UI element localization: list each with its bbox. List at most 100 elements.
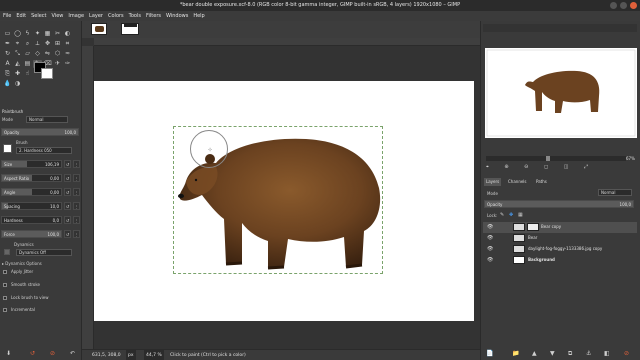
scale-tool-icon[interactable]: ⤡ xyxy=(13,50,22,58)
menu-view[interactable]: View xyxy=(50,11,66,21)
move-tool-icon[interactable]: ✥ xyxy=(43,40,52,48)
dodge-burn-tool-icon[interactable]: ◑ xyxy=(13,80,22,88)
warp-tool-icon[interactable]: ≈ xyxy=(63,50,72,58)
layer-mode-select[interactable]: Normal xyxy=(598,189,632,196)
tab-paths[interactable]: Paths xyxy=(534,178,549,186)
duplicate-layer-icon[interactable]: ⧉ xyxy=(568,350,572,358)
airbrush-tool-icon[interactable]: ✈ xyxy=(53,60,62,68)
unit-select[interactable]: px xyxy=(126,350,136,360)
lock-pixels-icon[interactable]: ✎ xyxy=(500,212,504,218)
reset-slider-icon[interactable]: ↺ xyxy=(64,216,71,224)
free-select-tool-icon[interactable]: ϟ xyxy=(23,30,32,38)
slider-options-icon[interactable]: ⋮ xyxy=(73,188,80,196)
cage-tool-icon[interactable]: ⬡ xyxy=(53,50,62,58)
tab-layers[interactable]: Layers xyxy=(484,178,502,186)
ellipse-select-tool-icon[interactable]: ◯ xyxy=(13,30,22,38)
background-color-swatch[interactable] xyxy=(41,68,53,79)
maximize-button[interactable] xyxy=(620,2,627,9)
visibility-eye-icon[interactable]: 👁 xyxy=(487,246,493,252)
slider-force[interactable]: Force 100,0 xyxy=(1,230,62,238)
menu-help[interactable]: Help xyxy=(191,11,206,21)
visibility-eye-icon[interactable]: 👁 xyxy=(487,235,493,241)
crop-tool-icon[interactable]: ⌗ xyxy=(63,40,72,48)
slider-options-icon[interactable]: ⋮ xyxy=(73,216,80,224)
lock-position-icon[interactable]: ✥ xyxy=(509,212,513,218)
menu-edit[interactable]: Edit xyxy=(14,11,28,21)
layer-opacity-slider[interactable]: Opacity 100,0 xyxy=(484,200,634,208)
menu-image[interactable]: Image xyxy=(66,11,86,21)
slider-hardness[interactable]: Hardness 0,0 xyxy=(1,216,62,224)
blur-tool-icon[interactable]: 💧 xyxy=(3,80,12,88)
ink-tool-icon[interactable]: ✑ xyxy=(63,60,72,68)
rect-select-tool-icon[interactable]: ▭ xyxy=(3,30,12,38)
anchor-layer-icon[interactable]: ⚓ xyxy=(586,350,591,357)
navigation-buttons[interactable]: ⌖ ⊕ ⊖ ◻ ◫ ⤢ xyxy=(486,164,636,170)
reset-options-icon[interactable]: ↶ xyxy=(70,350,75,357)
navigation-zoom-handle[interactable] xyxy=(546,156,550,161)
incremental-checkbox[interactable] xyxy=(3,308,7,312)
new-layer-icon[interactable]: 📄 xyxy=(486,350,493,357)
rotate-tool-icon[interactable]: ↻ xyxy=(3,50,12,58)
brush-preview[interactable] xyxy=(3,144,12,153)
new-group-icon[interactable]: 📁 xyxy=(512,350,519,357)
image-tab-thumbnail-2[interactable] xyxy=(121,23,139,35)
image-tab-thumbnail-1[interactable] xyxy=(91,23,107,35)
delete-options-icon[interactable]: ⊘ xyxy=(50,350,55,357)
minimize-button[interactable] xyxy=(610,2,617,9)
restore-options-icon[interactable]: ↺ xyxy=(30,350,35,357)
reset-slider-icon[interactable]: ↺ xyxy=(64,230,71,238)
layer-mask-thumbnail[interactable] xyxy=(527,223,539,231)
text-tool-icon[interactable]: A xyxy=(3,60,12,68)
slider-angle[interactable]: Angle 0,00 xyxy=(1,188,62,196)
reset-slider-icon[interactable]: ↺ xyxy=(64,174,71,182)
delete-layer-icon[interactable]: ⊘ xyxy=(624,350,629,357)
slider-size[interactable]: Size 106,19 xyxy=(1,160,62,168)
navigation-zoom-slider[interactable] xyxy=(486,156,626,161)
align-tool-icon[interactable]: ⊞ xyxy=(53,40,62,48)
fuzzy-select-tool-icon[interactable]: ✦ xyxy=(33,30,42,38)
menu-file[interactable]: File xyxy=(1,11,13,21)
slider-options-icon[interactable]: ⋮ xyxy=(73,174,80,182)
foreground-select-tool-icon[interactable]: ◐ xyxy=(63,30,72,38)
mode-select[interactable]: Normal xyxy=(26,116,68,123)
menu-layer[interactable]: Layer xyxy=(87,11,105,21)
heal-tool-icon[interactable]: ✚ xyxy=(13,70,22,78)
measure-tool-icon[interactable]: ⟂ xyxy=(33,40,42,48)
menu-tools[interactable]: Tools xyxy=(127,11,143,21)
visibility-eye-icon[interactable]: 👁 xyxy=(487,257,493,263)
lock-alpha-icon[interactable]: ▦ xyxy=(518,212,523,218)
color-picker-tool-icon[interactable]: ⌖ xyxy=(13,40,22,48)
slider-options-icon[interactable]: ⋮ xyxy=(73,160,80,168)
visibility-eye-icon[interactable]: 👁 xyxy=(487,224,493,230)
reset-slider-icon[interactable]: ↺ xyxy=(64,188,71,196)
tab-channels[interactable]: Channels xyxy=(506,178,529,186)
zoom-select[interactable]: 44,7 % xyxy=(144,350,164,360)
opacity-slider[interactable]: Opacity 100,0 xyxy=(1,128,79,136)
layer-row[interactable]: 👁 Bear xyxy=(483,233,637,244)
layer-mask-icon[interactable]: ◧ xyxy=(604,350,610,357)
navigation-preview[interactable] xyxy=(485,48,637,138)
slider-options-icon[interactable]: ⋮ xyxy=(73,202,80,210)
dynamics-select[interactable]: Dynamics Off xyxy=(16,249,72,256)
smudge-tool-icon[interactable]: ☝ xyxy=(23,70,32,78)
lower-layer-icon[interactable]: ▼ xyxy=(550,350,555,357)
gradient-tool-icon[interactable]: ▤ xyxy=(23,60,32,68)
reset-slider-icon[interactable]: ↺ xyxy=(64,202,71,210)
menu-colors[interactable]: Colors xyxy=(106,11,126,21)
dynamics-options-toggle[interactable]: ▸ Dynamics Options xyxy=(2,261,42,266)
scissors-tool-icon[interactable]: ✂ xyxy=(53,30,62,38)
bucket-fill-tool-icon[interactable]: ◭ xyxy=(13,60,22,68)
apply-jitter-checkbox[interactable] xyxy=(3,270,7,274)
select-by-color-tool-icon[interactable]: ▦ xyxy=(43,30,52,38)
slider-options-icon[interactable]: ⋮ xyxy=(73,230,80,238)
menu-filters[interactable]: Filters xyxy=(144,11,163,21)
zoom-tool-icon[interactable]: ⌕ xyxy=(23,40,32,48)
lock-brush-checkbox[interactable] xyxy=(3,296,7,300)
menu-select[interactable]: Select xyxy=(29,11,48,21)
layer-row[interactable]: 👁 daylight-fog-foggy-1133386.jpg copy xyxy=(483,244,637,255)
slider-aspect-ratio[interactable]: Aspect Ratio 0,00 xyxy=(1,174,62,182)
save-options-icon[interactable]: ⬇ xyxy=(6,350,11,357)
clone-tool-icon[interactable]: ⎘ xyxy=(3,70,12,78)
reset-slider-icon[interactable]: ↺ xyxy=(64,160,71,168)
shear-tool-icon[interactable]: ▱ xyxy=(23,50,32,58)
